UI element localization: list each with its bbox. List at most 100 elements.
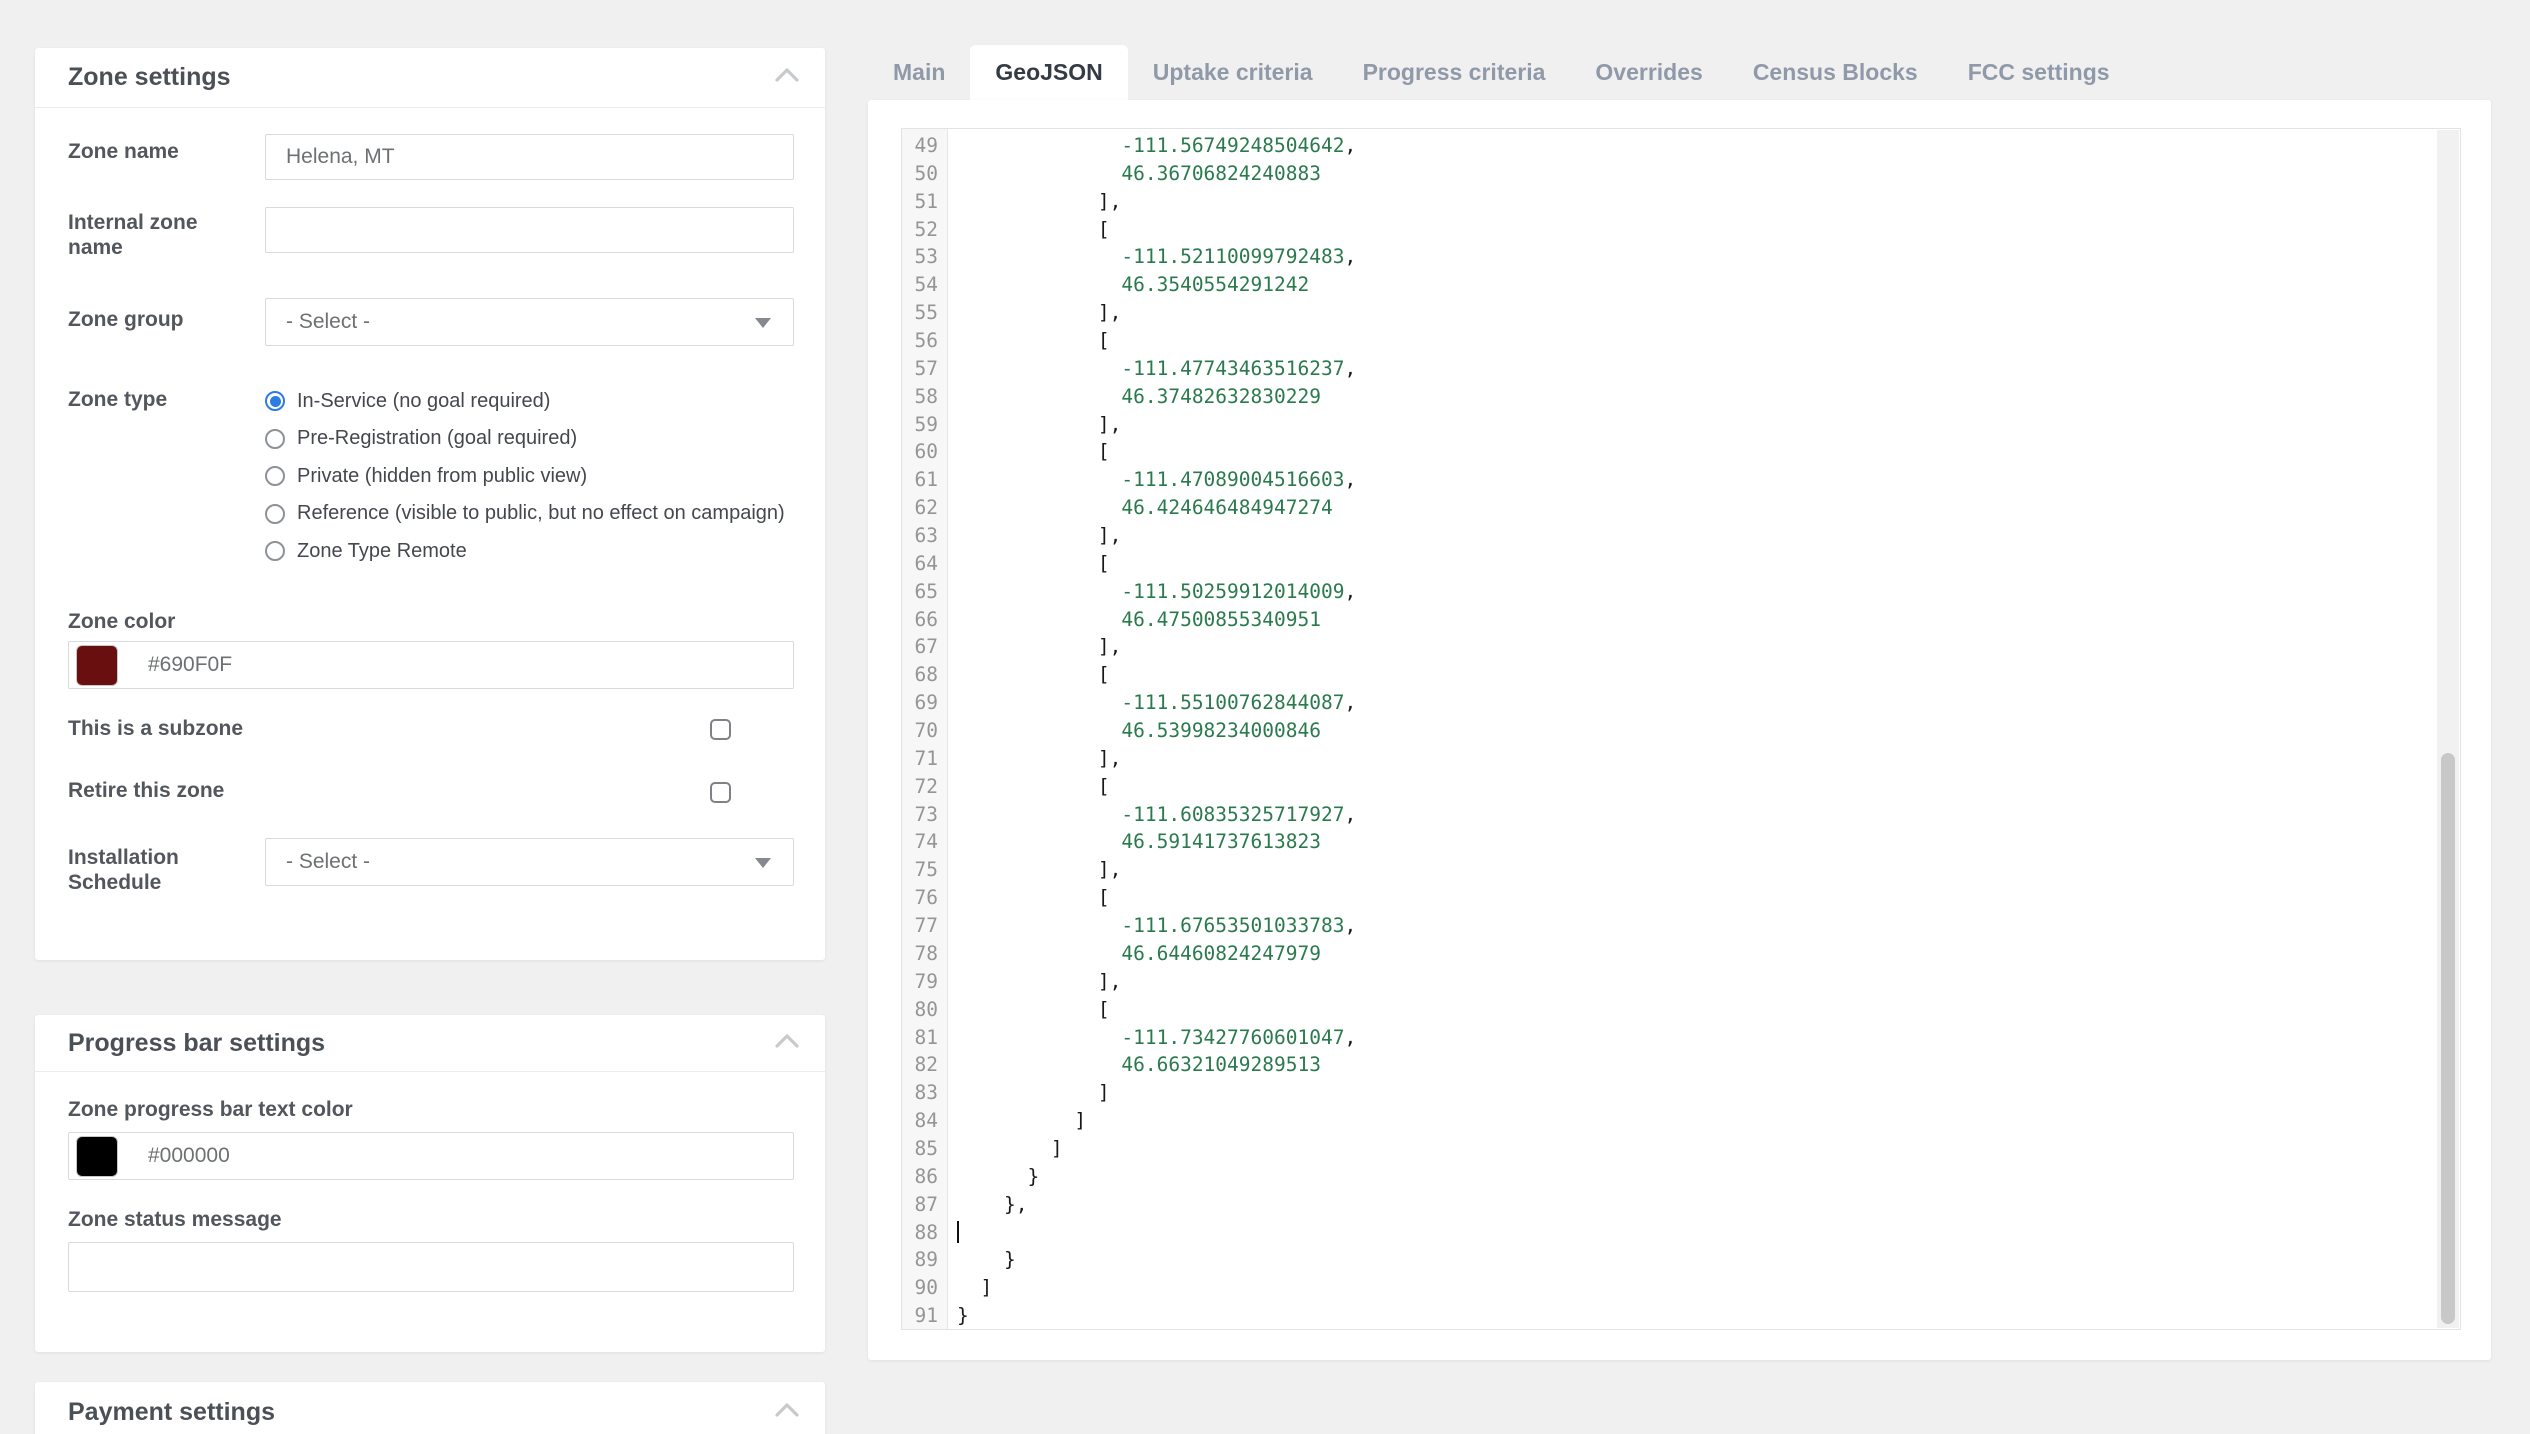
tab-geojson[interactable]: GeoJSON	[970, 45, 1127, 100]
subzone-checkbox[interactable]	[710, 719, 731, 740]
code-text: 46.3540554291242	[948, 271, 1309, 299]
code-line[interactable]: 49 -111.56749248504642,	[902, 132, 2436, 160]
zone-color-swatch[interactable]	[76, 645, 118, 686]
geojson-panel: 49 -111.56749248504642,50 46.36706824240…	[868, 100, 2491, 1360]
code-line[interactable]: 73 -111.60835325717927,	[902, 801, 2436, 829]
code-line[interactable]: 80 [	[902, 996, 2436, 1024]
zone-group-value: - Select -	[286, 310, 370, 334]
collapse-chevron-icon[interactable]	[775, 1034, 799, 1053]
line-number: 88	[902, 1219, 948, 1247]
tab-fcc-settings[interactable]: FCC settings	[1943, 45, 2135, 100]
code-text: }	[948, 1246, 1016, 1274]
code-line[interactable]: 83 ]	[902, 1079, 2436, 1107]
progress-text-color-swatch[interactable]	[76, 1136, 118, 1177]
internal-zone-name-input[interactable]	[265, 207, 794, 253]
radio-icon[interactable]	[265, 466, 285, 486]
code-line[interactable]: 72 [	[902, 773, 2436, 801]
code-line[interactable]: 52 [	[902, 216, 2436, 244]
radio-selected-icon[interactable]	[265, 391, 285, 411]
code-line[interactable]: 59 ],	[902, 411, 2436, 439]
zone-group-select[interactable]: - Select -	[265, 298, 794, 346]
collapse-chevron-icon[interactable]	[775, 1403, 799, 1422]
line-number: 59	[902, 411, 948, 439]
code-line[interactable]: 51 ],	[902, 188, 2436, 216]
code-line[interactable]: 90 ]	[902, 1274, 2436, 1302]
code-line[interactable]: 58 46.37482632830229	[902, 383, 2436, 411]
subzone-label: This is a subzone	[68, 717, 243, 742]
zone-status-message-input[interactable]	[68, 1242, 794, 1292]
code-line[interactable]: 66 46.47500855340951	[902, 606, 2436, 634]
code-line[interactable]: 74 46.59141737613823	[902, 828, 2436, 856]
tab-overrides[interactable]: Overrides	[1570, 45, 1727, 100]
code-line[interactable]: 53 -111.52110099792483,	[902, 243, 2436, 271]
line-number: 71	[902, 745, 948, 773]
code-line[interactable]: 69 -111.55100762844087,	[902, 689, 2436, 717]
code-line[interactable]: 60 [	[902, 438, 2436, 466]
tab-uptake-criteria[interactable]: Uptake criteria	[1128, 45, 1338, 100]
code-line[interactable]: 68 [	[902, 661, 2436, 689]
zone-name-input[interactable]	[265, 134, 794, 180]
line-number: 81	[902, 1024, 948, 1052]
line-number: 68	[902, 661, 948, 689]
code-line[interactable]: 89 }	[902, 1246, 2436, 1274]
tab-progress-criteria[interactable]: Progress criteria	[1338, 45, 1571, 100]
code-line[interactable]: 63 ],	[902, 522, 2436, 550]
code-line[interactable]: 91}	[902, 1302, 2436, 1330]
tab-census-blocks[interactable]: Census Blocks	[1728, 45, 1943, 100]
code-line[interactable]: 70 46.53998234000846	[902, 717, 2436, 745]
zone-type-option[interactable]: Zone Type Remote	[265, 539, 785, 563]
code-line[interactable]: 54 46.3540554291242	[902, 271, 2436, 299]
code-line[interactable]: 65 -111.50259912014009,	[902, 578, 2436, 606]
code-line[interactable]: 76 [	[902, 884, 2436, 912]
zone-type-option[interactable]: Pre-Registration (goal required)	[265, 427, 785, 451]
progress-bar-settings-title: Progress bar settings	[68, 1029, 325, 1058]
code-line[interactable]: 78 46.64460824247979	[902, 940, 2436, 968]
code-line[interactable]: 61 -111.47089004516603,	[902, 466, 2436, 494]
code-line[interactable]: 56 [	[902, 327, 2436, 355]
code-line[interactable]: 67 ],	[902, 633, 2436, 661]
code-line[interactable]: 84 ]	[902, 1107, 2436, 1135]
code-text: ],	[948, 968, 1121, 996]
code-line[interactable]: 50 46.36706824240883	[902, 160, 2436, 188]
line-number: 77	[902, 912, 948, 940]
code-line[interactable]: 82 46.66321049289513	[902, 1051, 2436, 1079]
code-text: -111.47743463516237,	[948, 355, 1356, 383]
editor-scrollbar-track[interactable]	[2437, 130, 2459, 1328]
installation-schedule-select[interactable]: - Select -	[265, 838, 794, 886]
progress-text-color-input[interactable]: #000000	[68, 1132, 794, 1180]
zone-type-option[interactable]: Reference (visible to public, but no eff…	[265, 502, 785, 526]
retire-zone-checkbox[interactable]	[710, 782, 731, 803]
code-line[interactable]: 86 }	[902, 1163, 2436, 1191]
geojson-code-editor[interactable]: 49 -111.56749248504642,50 46.36706824240…	[901, 128, 2461, 1330]
code-line[interactable]: 88	[902, 1219, 2436, 1247]
zone-type-option-label: Pre-Registration (goal required)	[297, 427, 577, 450]
code-text: -111.47089004516603,	[948, 466, 1356, 494]
code-line[interactable]: 77 -111.67653501033783,	[902, 912, 2436, 940]
code-line[interactable]: 79 ],	[902, 968, 2436, 996]
zone-type-option[interactable]: Private (hidden from public view)	[265, 464, 785, 488]
code-line[interactable]: 81 -111.73427760601047,	[902, 1024, 2436, 1052]
tab-main[interactable]: Main	[868, 45, 970, 100]
code-line[interactable]: 55 ],	[902, 299, 2436, 327]
line-number: 82	[902, 1051, 948, 1079]
code-line[interactable]: 62 46.424646484947274	[902, 494, 2436, 522]
editor-scrollbar-thumb[interactable]	[2441, 753, 2455, 1324]
code-line[interactable]: 75 ],	[902, 856, 2436, 884]
radio-icon[interactable]	[265, 504, 285, 524]
line-number: 66	[902, 606, 948, 634]
line-number: 54	[902, 271, 948, 299]
zone-color-label: Zone color	[68, 610, 175, 635]
collapse-chevron-icon[interactable]	[775, 68, 799, 87]
code-text: [	[948, 661, 1110, 689]
line-number: 53	[902, 243, 948, 271]
code-line[interactable]: 87 },	[902, 1191, 2436, 1219]
tab-bar: MainGeoJSONUptake criteriaProgress crite…	[868, 45, 2135, 100]
zone-color-input[interactable]: #690F0F	[68, 641, 794, 689]
code-line[interactable]: 71 ],	[902, 745, 2436, 773]
code-line[interactable]: 57 -111.47743463516237,	[902, 355, 2436, 383]
radio-icon[interactable]	[265, 429, 285, 449]
code-line[interactable]: 85 ]	[902, 1135, 2436, 1163]
code-line[interactable]: 64 [	[902, 550, 2436, 578]
zone-type-option[interactable]: In-Service (no goal required)	[265, 389, 785, 413]
radio-icon[interactable]	[265, 541, 285, 561]
